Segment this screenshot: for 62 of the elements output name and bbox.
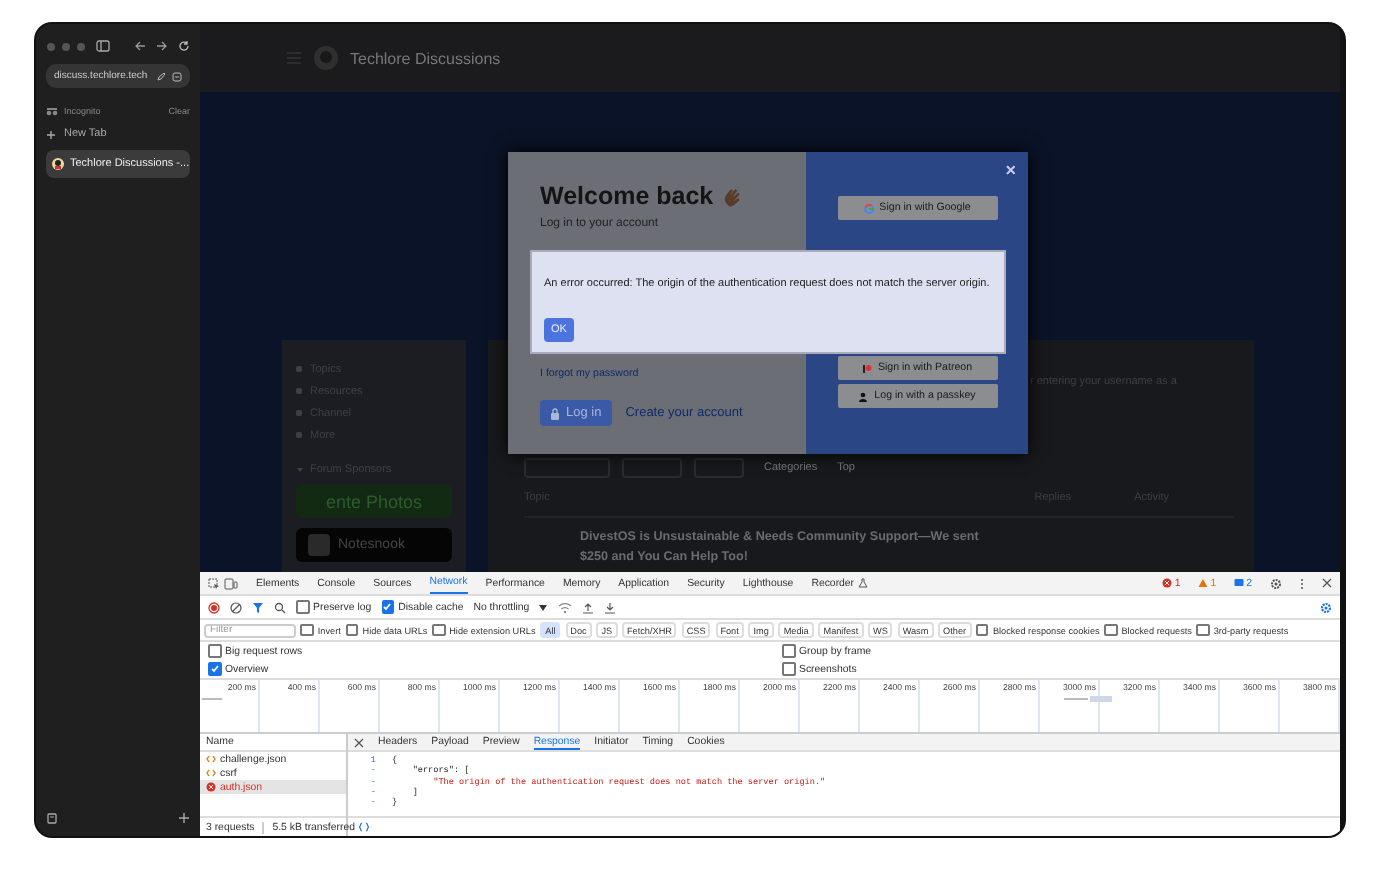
modal-title: Welcome back xyxy=(540,182,714,210)
code-brackets-icon xyxy=(206,754,216,764)
caret-icon xyxy=(537,603,548,611)
nav-bullet-icon xyxy=(296,432,302,438)
clear-icon[interactable] xyxy=(230,601,242,613)
settings-icon[interactable] xyxy=(1320,601,1332,613)
window-dots-icon xyxy=(46,41,86,51)
upload-icon[interactable] xyxy=(581,601,594,613)
checkbox[interactable] xyxy=(782,662,795,676)
download-icon[interactable] xyxy=(603,601,616,613)
checkmark-icon xyxy=(209,664,220,674)
close-icon[interactable] xyxy=(354,737,364,747)
checkbox[interactable] xyxy=(1196,623,1210,637)
plus-icon xyxy=(46,129,56,139)
sponsor-logo-icon xyxy=(308,534,330,556)
checkbox[interactable] xyxy=(208,662,221,676)
site-favicon-icon xyxy=(52,158,64,170)
checkbox[interactable] xyxy=(300,623,314,637)
pencil-icon[interactable] xyxy=(156,71,166,81)
archive-icon[interactable] xyxy=(46,812,58,824)
checkbox[interactable] xyxy=(782,644,795,658)
person-icon xyxy=(858,391,869,401)
close-icon[interactable] xyxy=(1322,578,1332,588)
incognito-icon xyxy=(46,107,58,115)
nav-bullet-icon xyxy=(296,410,302,416)
record-icon[interactable] xyxy=(208,601,220,613)
settings-icon[interactable] xyxy=(1270,577,1282,589)
error-icon xyxy=(1162,578,1173,588)
error-icon xyxy=(206,782,216,792)
google-icon xyxy=(863,203,874,213)
flask-icon xyxy=(858,578,869,588)
checkbox[interactable] xyxy=(345,623,359,637)
reload-icon[interactable] xyxy=(178,40,190,52)
nav-bullet-icon xyxy=(296,388,302,394)
device-icon[interactable] xyxy=(224,577,238,589)
wifi-settings-icon[interactable] xyxy=(557,601,572,613)
plus-icon[interactable] xyxy=(178,812,190,824)
filter-icon[interactable] xyxy=(252,601,264,613)
checkbox[interactable] xyxy=(296,600,309,614)
lock-icon xyxy=(550,407,560,419)
nav-bullet-icon xyxy=(296,366,302,372)
code-brackets-icon xyxy=(206,768,216,778)
checkbox[interactable] xyxy=(381,600,395,614)
caret-icon xyxy=(296,466,304,474)
checkbox[interactable] xyxy=(975,623,989,637)
search-icon[interactable] xyxy=(274,601,286,613)
message-icon xyxy=(1234,578,1245,588)
site-title: Techlore Discussions xyxy=(350,49,501,67)
checkmark-icon xyxy=(382,602,393,612)
checkbox[interactable] xyxy=(1104,623,1118,637)
checkbox[interactable] xyxy=(432,623,446,637)
sidebar-toggle-icon[interactable] xyxy=(96,40,110,52)
pretty-print-icon[interactable] xyxy=(358,822,370,832)
checkbox[interactable] xyxy=(208,644,221,658)
forward-arrow-icon[interactable] xyxy=(156,40,168,52)
flag-icon xyxy=(861,363,872,373)
close-button[interactable]: × xyxy=(1005,160,1016,180)
warning-icon xyxy=(1198,578,1209,588)
waving-hand-icon xyxy=(721,185,744,207)
back-arrow-icon[interactable] xyxy=(134,40,146,52)
inspect-icon[interactable] xyxy=(208,577,220,589)
square-icon[interactable] xyxy=(172,71,182,81)
